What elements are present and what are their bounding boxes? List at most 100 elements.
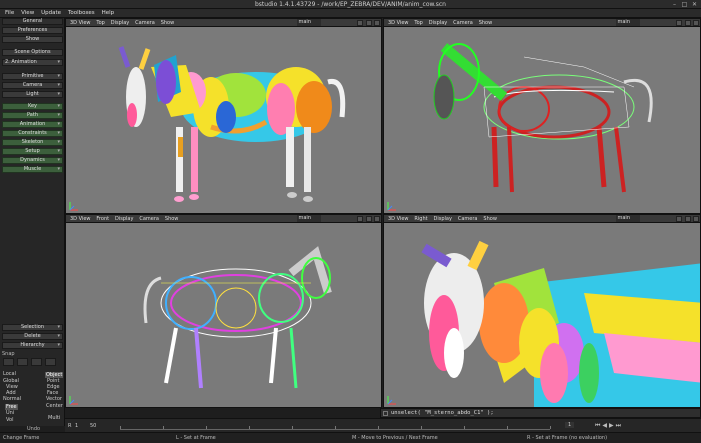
- maximize-view-icon[interactable]: [685, 216, 691, 222]
- show-menu[interactable]: Show: [161, 19, 175, 27]
- chevron-down-icon: ▾: [57, 148, 60, 154]
- show-menu[interactable]: Show: [479, 19, 493, 27]
- current-frame[interactable]: 1: [565, 422, 575, 428]
- camera-menu[interactable]: Camera: [139, 215, 159, 223]
- snap-grid-icon[interactable]: [3, 358, 14, 366]
- camera-select[interactable]: main: [296, 215, 321, 222]
- mode-vol[interactable]: Vol: [6, 417, 13, 423]
- camera-select[interactable]: main: [615, 215, 640, 222]
- chevron-down-icon: ▾: [57, 130, 60, 136]
- viewport-name[interactable]: 3D View: [388, 215, 409, 223]
- chevron-down-icon: ▾: [57, 121, 60, 127]
- view-menu[interactable]: Top: [414, 19, 422, 27]
- timeline-tick: [335, 426, 336, 429]
- snap-point-icon[interactable]: [17, 358, 28, 366]
- close-icon[interactable]: ✕: [691, 1, 698, 8]
- maximize-icon[interactable]: □: [681, 1, 688, 8]
- timeline-tick: [120, 426, 121, 429]
- display-menu[interactable]: Display: [111, 19, 129, 27]
- horse-muscle-model[interactable]: [66, 27, 382, 214]
- timeline-track[interactable]: [120, 422, 551, 430]
- camera-menu[interactable]: Camera: [453, 19, 473, 27]
- primitive-button[interactable]: Primitive ▾: [2, 73, 63, 80]
- menu-file[interactable]: File: [5, 9, 14, 18]
- chevron-down-icon: ▾: [57, 139, 60, 145]
- mode-local[interactable]: Local: [3, 371, 16, 377]
- viewport-top-left[interactable]: 3D View Top Display Camera Show main: [65, 18, 382, 214]
- camera-select[interactable]: main: [296, 19, 321, 26]
- animation-button[interactable]: Animation ▾: [2, 121, 63, 128]
- animation-dropdown[interactable]: 2. Animation ▾: [2, 59, 63, 66]
- general-tab[interactable]: General: [2, 18, 63, 25]
- constraints-button[interactable]: Constraints ▾: [2, 130, 63, 137]
- horse-mesh-wireframe[interactable]: [66, 223, 382, 408]
- viewport-bottom-left[interactable]: 3D View Front Display Camera Show main: [65, 214, 382, 408]
- view-menu[interactable]: Right: [414, 215, 427, 223]
- camera-select[interactable]: main: [615, 19, 640, 26]
- view-menu[interactable]: Front: [96, 215, 109, 223]
- light-button[interactable]: Light ▾: [2, 91, 63, 98]
- viewport-name[interactable]: 3D View: [388, 19, 409, 27]
- layout-icon[interactable]: [676, 20, 682, 26]
- minimize-icon[interactable]: –: [671, 1, 678, 8]
- menu-help[interactable]: Help: [102, 9, 115, 18]
- select-center[interactable]: Center: [46, 403, 63, 409]
- dynamics-button[interactable]: Dynamics ▾: [2, 157, 63, 164]
- menu-toolboxes[interactable]: Toolboxes: [68, 9, 95, 18]
- camera-menu[interactable]: Camera: [458, 215, 478, 223]
- maximize-view-icon[interactable]: [685, 20, 691, 26]
- show-menu[interactable]: Show: [483, 215, 497, 223]
- snap-curve-icon[interactable]: [31, 358, 42, 366]
- status-r-hint: R - Set at Frame (no evaluation): [527, 435, 608, 441]
- timeline[interactable]: R 1 50 1 ⏮◀▶⏭: [65, 418, 701, 432]
- close-view-icon[interactable]: [693, 216, 699, 222]
- select-multi[interactable]: Multi: [48, 415, 60, 421]
- layout-icon[interactable]: [676, 216, 682, 222]
- skeleton-button[interactable]: Skeleton ▾: [2, 139, 63, 146]
- viewport-name[interactable]: 3D View: [70, 215, 91, 223]
- command-text[interactable]: unselect( "M_sterno_abdo_C1" );: [391, 410, 494, 416]
- camera-button[interactable]: Camera ▾: [2, 82, 63, 89]
- horse-skeleton-wireframe[interactable]: [384, 27, 701, 214]
- viewport-bottom-right[interactable]: 3D View Right Display Camera Show main: [383, 214, 701, 408]
- mode-normal[interactable]: Normal: [3, 396, 21, 402]
- select-vector[interactable]: Vector: [46, 396, 62, 402]
- view-menu[interactable]: Top: [96, 19, 104, 27]
- scene-options-button[interactable]: Scene Options: [2, 49, 63, 56]
- viewport-name[interactable]: 3D View: [70, 19, 91, 27]
- command-line[interactable]: unselect( "M_sterno_abdo_C1" );: [380, 408, 701, 418]
- display-menu[interactable]: Display: [434, 215, 452, 223]
- camera-menu[interactable]: Camera: [135, 19, 155, 27]
- menu-view[interactable]: View: [21, 9, 34, 18]
- horse-closeup-model[interactable]: [384, 223, 701, 408]
- selection-button[interactable]: Selection ▾: [2, 324, 63, 331]
- chevron-down-icon: ▾: [57, 342, 60, 348]
- setup-button[interactable]: Setup ▾: [2, 148, 63, 155]
- checkbox-icon[interactable]: [383, 411, 388, 416]
- snap-more-icon[interactable]: [45, 358, 56, 366]
- close-view-icon[interactable]: [374, 20, 380, 26]
- range-start[interactable]: 1: [75, 423, 78, 429]
- status-bar: Change Frame L - Set at Frame M - Move t…: [0, 432, 701, 443]
- preferences-button[interactable]: Preferences: [2, 27, 63, 34]
- close-view-icon[interactable]: [374, 216, 380, 222]
- muscle-button[interactable]: Muscle ▾: [2, 166, 63, 173]
- show-button[interactable]: Show: [2, 36, 63, 43]
- show-menu[interactable]: Show: [165, 215, 179, 223]
- key-button[interactable]: Key ▾: [2, 103, 63, 110]
- maximize-view-icon[interactable]: [366, 216, 372, 222]
- maximize-view-icon[interactable]: [366, 20, 372, 26]
- playback-controls-icon[interactable]: ⏮◀▶⏭: [595, 422, 623, 430]
- layout-icon[interactable]: [357, 20, 363, 26]
- menu-update[interactable]: Update: [41, 9, 61, 18]
- display-menu[interactable]: Display: [429, 19, 447, 27]
- hierarchy-button[interactable]: Hierarchy ▾: [2, 342, 63, 349]
- mode-uni[interactable]: Uni: [6, 410, 14, 416]
- path-button[interactable]: Path ▾: [2, 112, 63, 119]
- viewport-top-right[interactable]: 3D View Top Display Camera Show main: [383, 18, 701, 214]
- range-end[interactable]: 50: [90, 423, 96, 429]
- display-menu[interactable]: Display: [115, 215, 133, 223]
- close-view-icon[interactable]: [693, 20, 699, 26]
- layout-icon[interactable]: [357, 216, 363, 222]
- delete-button[interactable]: Delete ▾: [2, 333, 63, 340]
